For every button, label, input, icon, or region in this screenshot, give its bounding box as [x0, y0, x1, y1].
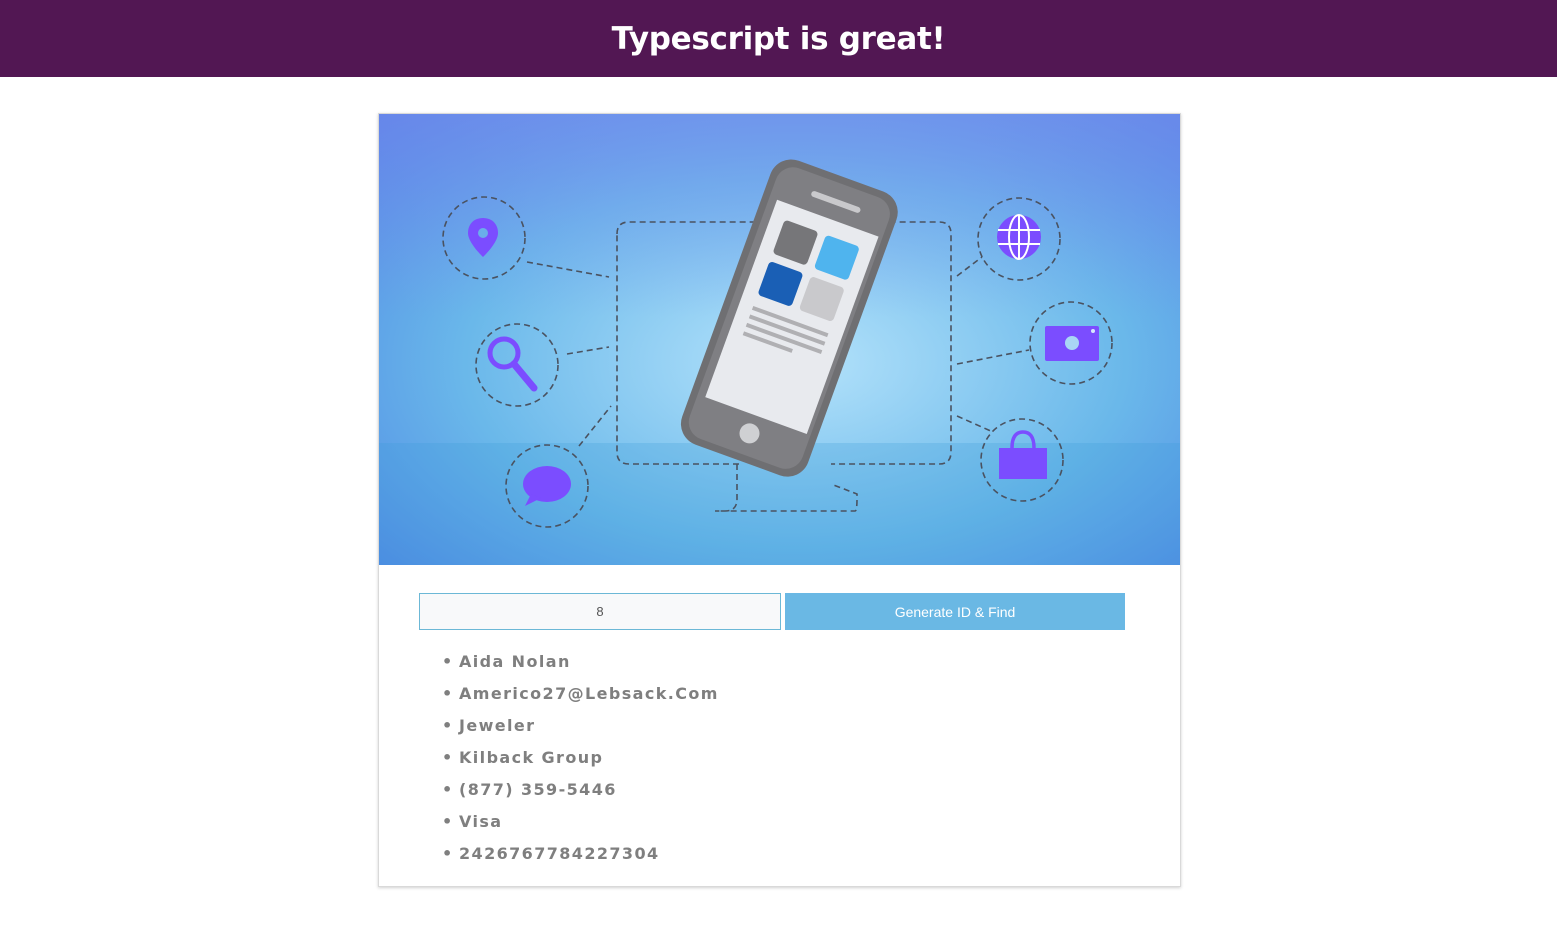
page-title: Typescript is great!: [611, 20, 946, 57]
list-item-card-number: 2426767784227304: [442, 838, 719, 870]
list-item-email: Americo27@Lebsack.Com: [442, 678, 719, 710]
list-item-card-type: Visa: [442, 806, 719, 838]
id-input[interactable]: [419, 593, 781, 630]
list-item-name: Aida Nolan: [442, 646, 719, 678]
search-row: Generate ID & Find: [419, 593, 1125, 630]
profile-card: Generate ID & Find Aida Nolan Americo27@…: [378, 113, 1181, 887]
hero-illustration: [379, 114, 1180, 565]
list-item-job: Jeweler: [442, 710, 719, 742]
generate-id-find-button[interactable]: Generate ID & Find: [785, 593, 1125, 630]
list-item-company: Kilback Group: [442, 742, 719, 774]
top-bar: Typescript is great!: [0, 0, 1557, 77]
user-details-list: Aida Nolan Americo27@Lebsack.Com Jeweler…: [442, 646, 719, 870]
list-item-phone: (877) 359-5446: [442, 774, 719, 806]
